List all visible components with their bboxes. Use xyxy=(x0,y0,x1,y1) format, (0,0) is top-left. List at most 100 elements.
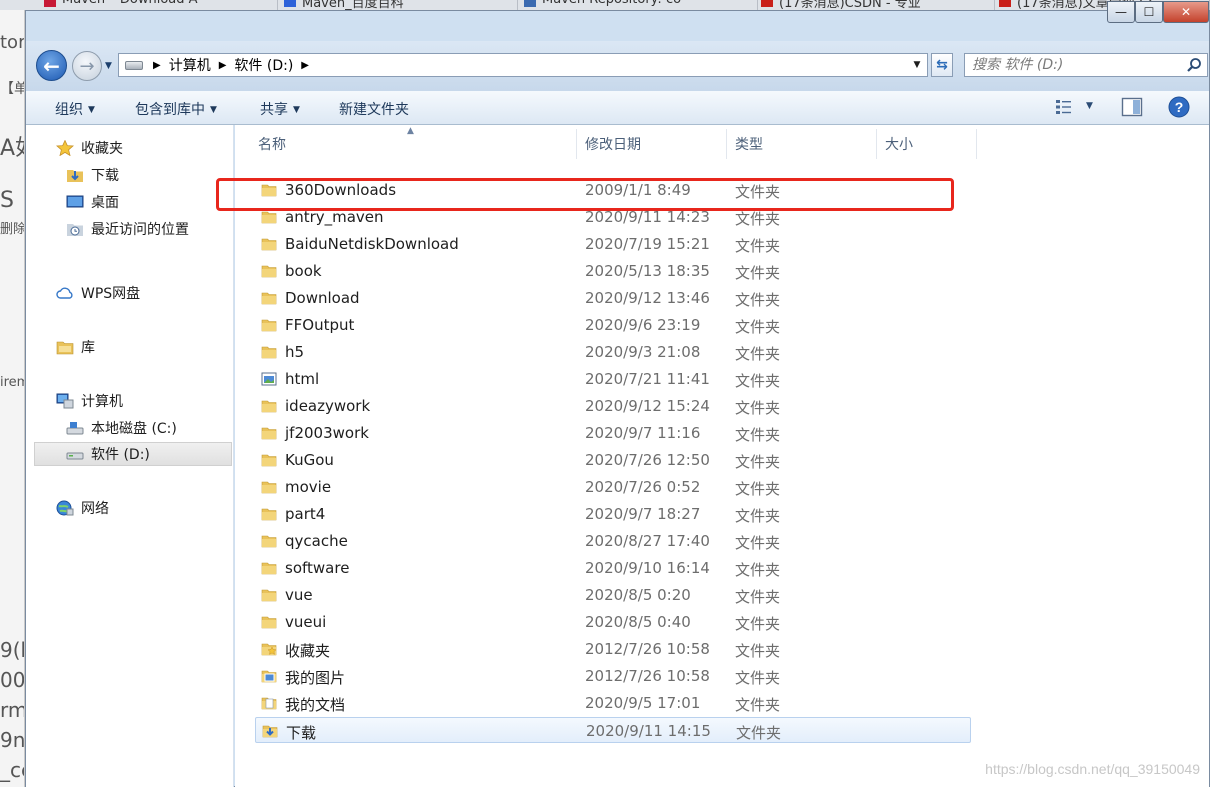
file-name: 我的图片 xyxy=(285,669,346,687)
breadcrumb-computer[interactable]: 计算机 xyxy=(169,55,211,75)
browser-tab[interactable]: Maven Repository: co xyxy=(520,0,758,10)
csdn-favicon xyxy=(999,0,1011,7)
background-page-text: _ce xyxy=(0,758,24,782)
new-folder-button[interactable]: 新建文件夹 xyxy=(339,99,409,119)
browser-tab[interactable]: (17条消息)CSDN - 专业 xyxy=(757,0,995,10)
breadcrumb-drive-d[interactable]: 软件 (D:) xyxy=(234,55,293,75)
forward-button[interactable]: → xyxy=(72,51,102,81)
file-row[interactable]: 360Downloads 2009/1/1 8:49 文件夹 xyxy=(255,177,971,203)
refresh-button[interactable]: ⇆ xyxy=(931,53,953,77)
minimize-button[interactable]: — xyxy=(1107,1,1135,23)
preview-pane-icon[interactable] xyxy=(1121,97,1143,117)
background-page-text: A如 xyxy=(0,136,24,161)
file-row[interactable]: 我的文档 2020/9/5 17:01 文件夹 xyxy=(255,690,971,716)
nav-desktop-label: 桌面 xyxy=(91,195,119,211)
file-date-modified: 2020/9/11 14:15 xyxy=(586,722,711,740)
folder-icon xyxy=(261,616,277,629)
drive-icon xyxy=(66,452,84,460)
file-type: 文件夹 xyxy=(735,318,781,336)
share-menu[interactable]: 共享 ▼ xyxy=(260,99,300,119)
nav-wps-cloud[interactable]: WPS网盘 xyxy=(56,281,140,305)
file-row[interactable]: html 2020/7/21 11:41 文件夹 xyxy=(255,366,971,392)
file-row[interactable]: antry_maven 2020/9/11 14:23 文件夹 xyxy=(255,204,971,230)
file-type: 文件夹 xyxy=(735,615,781,633)
search-input[interactable] xyxy=(965,54,1175,76)
caret-down-icon: ▼ xyxy=(293,105,300,115)
help-icon[interactable]: ? xyxy=(1168,96,1190,118)
file-row[interactable]: FFOutput 2020/9/6 23:19 文件夹 xyxy=(255,312,971,338)
folder-icon xyxy=(261,427,277,440)
nav-recent-places[interactable]: 最近访问的位置 xyxy=(66,217,189,241)
file-type: 文件夹 xyxy=(735,345,781,363)
mvnrepository-favicon xyxy=(524,0,536,7)
nav-desktop[interactable]: 桌面 xyxy=(66,190,119,214)
file-type: 文件夹 xyxy=(735,399,781,417)
chevron-right-icon[interactable]: ▶ xyxy=(219,60,227,71)
chevron-right-icon[interactable]: ▶ xyxy=(153,60,161,71)
nav-local-disk-c[interactable]: 本地磁盘 (C:) xyxy=(66,416,177,440)
nav-software-d[interactable]: 软件 (D:) xyxy=(34,442,232,466)
file-name: ideazywork xyxy=(285,397,371,415)
favorites-folder-icon xyxy=(261,643,277,656)
file-row[interactable]: vue 2020/8/5 0:20 文件夹 xyxy=(255,582,971,608)
browser-tab-title: Maven Repository: co xyxy=(542,0,681,7)
close-button[interactable]: ✕ xyxy=(1163,1,1209,23)
back-button[interactable]: ← xyxy=(36,50,67,81)
file-row[interactable]: movie 2020/7/26 0:52 文件夹 xyxy=(255,474,971,500)
file-row[interactable]: h5 2020/9/3 21:08 文件夹 xyxy=(255,339,971,365)
file-row[interactable]: 我的图片 2012/7/26 10:58 文件夹 xyxy=(255,663,971,689)
include-in-library-menu[interactable]: 包含到库中 ▼ xyxy=(135,99,217,119)
search-box[interactable] xyxy=(964,53,1208,77)
svg-text:?: ? xyxy=(1175,99,1184,115)
file-row[interactable]: Download 2020/9/12 13:46 文件夹 xyxy=(255,285,971,311)
column-name[interactable]: 名称 xyxy=(250,129,577,159)
column-size[interactable]: 大小 xyxy=(877,129,977,159)
nav-downloads[interactable]: 下载 xyxy=(66,163,119,187)
file-name: vue xyxy=(285,586,313,604)
file-row[interactable]: software 2020/9/10 16:14 文件夹 xyxy=(255,555,971,581)
file-date-modified: 2020/9/7 11:16 xyxy=(585,424,701,442)
file-row[interactable]: KuGou 2020/7/26 12:50 文件夹 xyxy=(255,447,971,473)
file-date-modified: 2020/7/21 11:41 xyxy=(585,370,710,388)
folder-icon xyxy=(261,319,277,332)
nav-libraries-label: 库 xyxy=(81,340,95,356)
file-type: 文件夹 xyxy=(735,426,781,444)
nav-network[interactable]: 网络 xyxy=(56,496,109,520)
file-row[interactable]: vueui 2020/8/5 0:40 文件夹 xyxy=(255,609,971,635)
view-options-icon[interactable] xyxy=(1054,97,1074,117)
file-row[interactable]: 收藏夹 2012/7/26 10:58 文件夹 xyxy=(255,636,971,662)
maximize-button[interactable]: ☐ xyxy=(1135,1,1163,23)
file-type: 文件夹 xyxy=(735,534,781,552)
browser-tab[interactable]: Maven – Download A xyxy=(40,0,278,10)
column-date-modified[interactable]: 修改日期 xyxy=(577,129,727,159)
share-label: 共享 xyxy=(260,102,288,118)
file-name: jf2003work xyxy=(285,424,369,442)
chevron-right-icon[interactable]: ▶ xyxy=(301,60,309,71)
file-row[interactable]: jf2003work 2020/9/7 11:16 文件夹 xyxy=(255,420,971,446)
nav-computer[interactable]: 计算机 xyxy=(56,389,123,413)
recent-pages-dropdown[interactable]: ▼ xyxy=(105,61,112,71)
nav-favorites[interactable]: 收藏夹 xyxy=(56,136,123,160)
file-row[interactable]: book 2020/5/13 18:35 文件夹 xyxy=(255,258,971,284)
search-icon[interactable] xyxy=(1186,57,1202,73)
organize-menu[interactable]: 组织 ▼ xyxy=(55,99,95,119)
file-name: 下载 xyxy=(286,724,317,742)
file-row[interactable]: ideazywork 2020/9/12 15:24 文件夹 xyxy=(255,393,971,419)
file-type: 文件夹 xyxy=(735,588,781,606)
browser-tab-title: Maven – Download A xyxy=(62,0,198,7)
explorer-window: — ☐ ✕ ← → ▼ ▶ 计算机 ▶ 软件 (D:) ▶ ▼ ⇆ 组织 ▼ 包含… xyxy=(25,1,1210,787)
file-row[interactable]: 下载 2020/9/11 14:15 文件夹 xyxy=(255,717,971,743)
file-row[interactable]: BaiduNetdiskDownload 2020/7/19 15:21 文件夹 xyxy=(255,231,971,257)
folder-icon xyxy=(261,400,277,413)
navigation-bar: ← → ▼ ▶ 计算机 ▶ 软件 (D:) ▶ ▼ ⇆ xyxy=(26,41,1209,91)
file-row[interactable]: qycache 2020/8/27 17:40 文件夹 xyxy=(255,528,971,554)
view-dropdown-icon[interactable]: ▼ xyxy=(1086,101,1093,111)
browser-tab[interactable]: Maven_百度百科 xyxy=(280,0,518,10)
file-row[interactable]: part4 2020/9/7 18:27 文件夹 xyxy=(255,501,971,527)
address-history-dropdown[interactable]: ▼ xyxy=(909,56,925,74)
file-name: 收藏夹 xyxy=(285,642,331,660)
background-page-text: 9(h xyxy=(0,638,24,662)
column-type[interactable]: 类型 xyxy=(727,129,877,159)
nav-libraries[interactable]: 库 xyxy=(56,335,95,359)
address-bar[interactable]: ▶ 计算机 ▶ 软件 (D:) ▶ ▼ xyxy=(118,53,928,77)
